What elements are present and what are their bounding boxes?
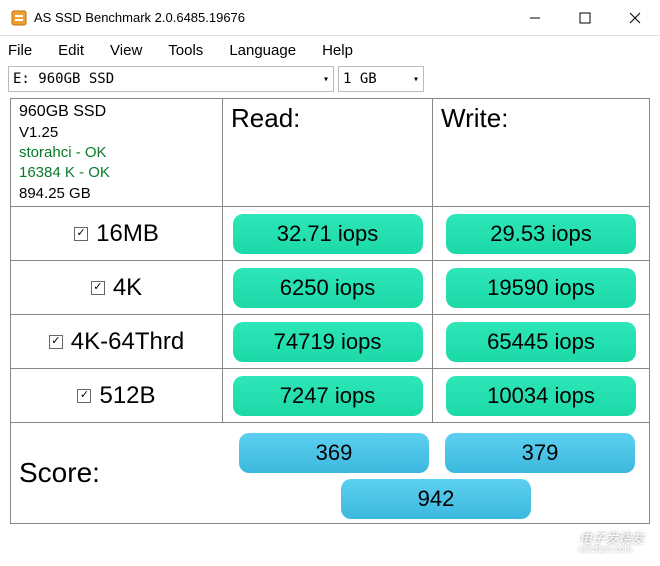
write-value: 65445 iops [446,322,636,362]
table-row: ✓ 4K-64Thrd 74719 iops 65445 iops [11,315,649,369]
score-row: Score: 369 379 942 [11,423,649,523]
menubar: File Edit View Tools Language Help [0,36,660,64]
menu-language[interactable]: Language [229,42,296,59]
menu-file[interactable]: File [8,42,32,59]
test-checkbox-512b[interactable]: ✓ [77,389,91,403]
maximize-button[interactable] [560,0,610,36]
alignment-status: 16384 K - OK [19,163,214,183]
window-controls [510,0,660,36]
test-label: 512B [99,382,155,410]
test-checkbox-16mb[interactable]: ✓ [74,227,88,241]
size-select[interactable]: 1 GB ▾ [338,66,424,92]
titlebar: AS SSD Benchmark 2.0.6485.19676 [0,0,660,36]
test-checkbox-4k64[interactable]: ✓ [49,335,63,349]
size-select-value: 1 GB [343,71,377,87]
read-value: 7247 iops [233,376,423,416]
watermark-icon [547,530,573,556]
watermark: 电子发烧友 elecfans.com [547,530,644,556]
test-checkbox-4k[interactable]: ✓ [91,281,105,295]
drive-version: V1.25 [19,123,214,143]
score-total: 942 [341,479,531,519]
read-value: 6250 iops [233,268,423,308]
write-value: 29.53 iops [446,214,636,254]
drive-capacity: 894.25 GB [19,184,214,204]
window-title: AS SSD Benchmark 2.0.6485.19676 [34,10,245,25]
minimize-button[interactable] [510,0,560,36]
header-row: 960GB SSD V1.25 storahci - OK 16384 K - … [11,99,649,207]
maximize-icon [579,12,591,24]
menu-tools[interactable]: Tools [168,42,203,59]
chevron-down-icon: ▾ [323,74,333,85]
chevron-down-icon: ▾ [413,74,423,85]
write-header: Write: [441,103,508,134]
drive-select-value: E: 960GB SSD [13,71,114,87]
table-row: ✓ 512B 7247 iops 10034 iops [11,369,649,423]
test-label: 4K-64Thrd [71,328,184,356]
table-row: ✓ 16MB 32.71 iops 29.53 iops [11,207,649,261]
table-row: ✓ 4K 6250 iops 19590 iops [11,261,649,315]
menu-edit[interactable]: Edit [58,42,84,59]
drive-select[interactable]: E: 960GB SSD ▾ [8,66,334,92]
menu-view[interactable]: View [110,42,142,59]
test-label: 16MB [96,220,159,248]
drive-name: 960GB SSD [19,101,214,123]
app-icon [10,9,28,27]
minimize-icon [529,12,541,24]
drive-toolbar: E: 960GB SSD ▾ 1 GB ▾ [0,64,660,94]
read-value: 32.71 iops [233,214,423,254]
read-header: Read: [231,103,300,134]
score-write: 379 [445,433,635,473]
test-label: 4K [113,274,142,302]
write-value: 10034 iops [446,376,636,416]
drive-info-cell: 960GB SSD V1.25 storahci - OK 16384 K - … [11,99,223,206]
close-icon [629,12,641,24]
read-value: 74719 iops [233,322,423,362]
close-button[interactable] [610,0,660,36]
controller-status: storahci - OK [19,143,214,163]
score-read: 369 [239,433,429,473]
menu-help[interactable]: Help [322,42,353,59]
write-value: 19590 iops [446,268,636,308]
results-table: 960GB SSD V1.25 storahci - OK 16384 K - … [10,98,650,524]
score-label: Score: [19,457,215,489]
watermark-site: elecfans.com [579,545,644,554]
